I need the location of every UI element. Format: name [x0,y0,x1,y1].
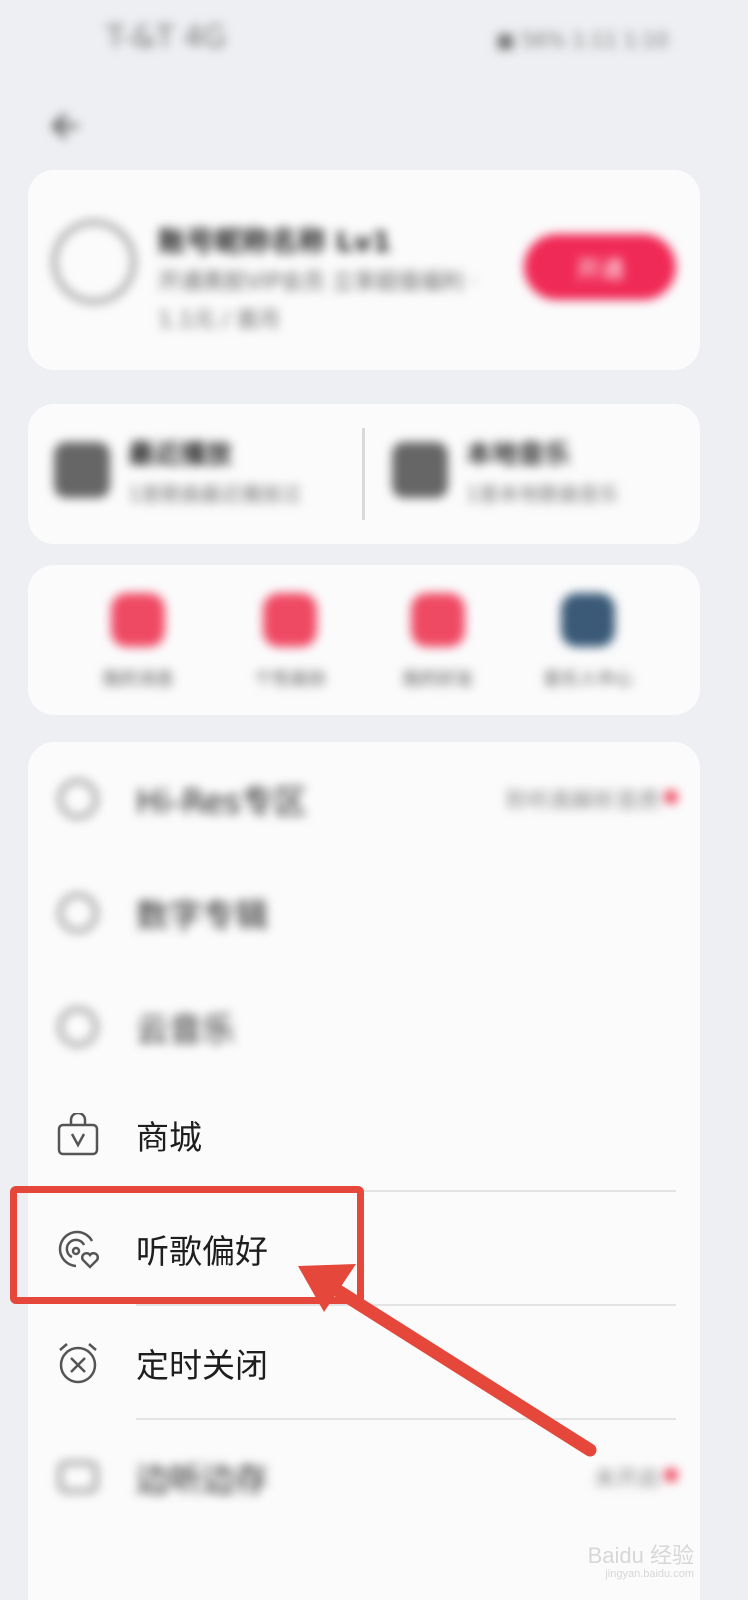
watermark-brand: Baidu 经验 [587,1543,694,1568]
watermark: Baidu 经验 jingyan.baidu.com [587,1543,694,1581]
annotation-arrow [298,1264,597,1457]
watermark-url: jingyan.baidu.com [605,1568,694,1580]
